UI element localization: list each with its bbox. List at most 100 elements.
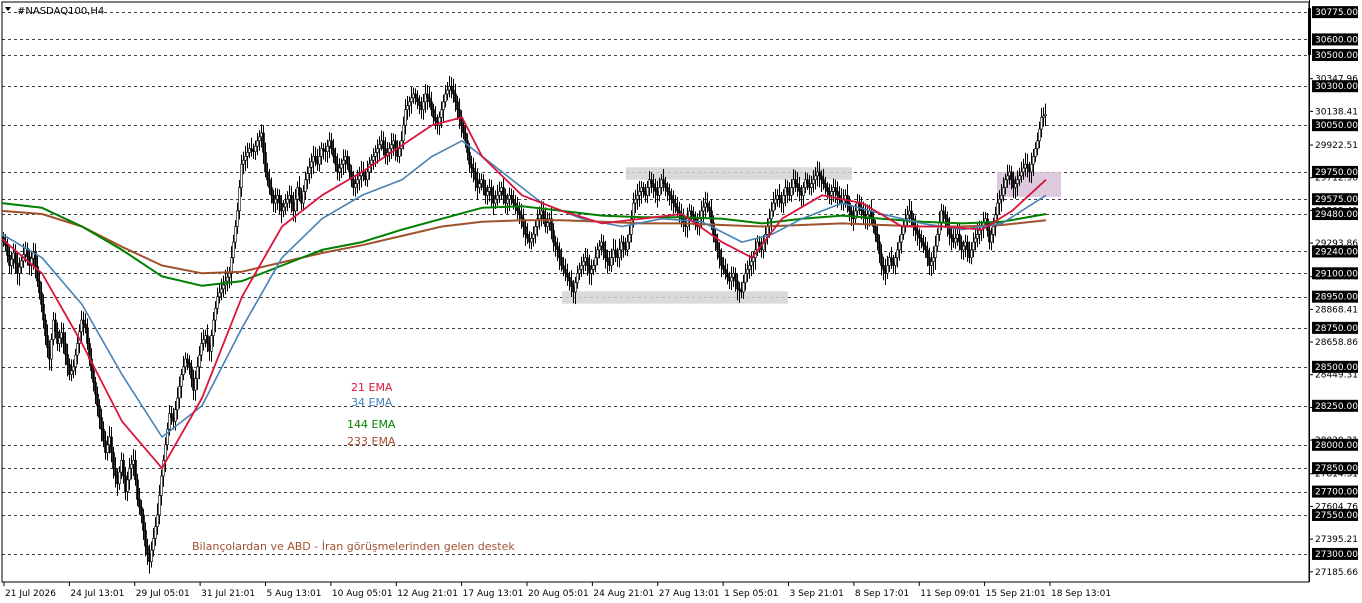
- price-level-label: 29240.00: [1315, 247, 1358, 257]
- candle-body: [68, 364, 71, 375]
- candle-body: [930, 261, 933, 266]
- candle-body: [880, 253, 883, 266]
- candle-body: [924, 245, 927, 251]
- candle-body: [820, 175, 823, 181]
- candle-body: [836, 191, 839, 196]
- candle-body: [876, 234, 879, 243]
- candle-body: [1022, 167, 1025, 173]
- symbol-header[interactable]: #NASDAQ100,H4: [5, 6, 104, 17]
- candle-body: [718, 249, 721, 258]
- candle-body: [962, 245, 965, 251]
- ema-lines: [1, 116, 1047, 470]
- candle-body: [690, 210, 693, 216]
- candle-body: [428, 97, 431, 103]
- candle-body: [456, 101, 459, 110]
- candle-body: [458, 109, 461, 118]
- candle-body: [520, 214, 523, 220]
- candle-body: [430, 101, 433, 110]
- candle-body: [388, 148, 391, 153]
- candle-body: [174, 409, 177, 422]
- candle-body: [252, 149, 255, 152]
- candle-body: [302, 191, 305, 204]
- candle-body: [582, 261, 585, 266]
- candle-body: [110, 436, 113, 453]
- candle-body: [210, 335, 213, 352]
- candle-body: [108, 436, 111, 446]
- candle-body: [340, 163, 343, 169]
- candle-body: [498, 191, 501, 196]
- candle-body: [978, 230, 981, 235]
- candle-body: [44, 319, 47, 336]
- candle-body: [604, 249, 607, 258]
- candle-body: [748, 265, 751, 270]
- candle-body: [736, 280, 739, 290]
- symbol-title: #NASDAQ100,H4: [17, 6, 104, 17]
- candle-body: [100, 417, 103, 430]
- candle-body: [744, 272, 747, 283]
- candle-body: [196, 366, 199, 379]
- candle-body: [580, 265, 583, 270]
- candle-body: [38, 280, 41, 294]
- candle-body: [462, 124, 465, 134]
- candle-body: [1014, 183, 1017, 188]
- candle-body: [118, 471, 121, 485]
- candle-body: [290, 195, 293, 204]
- price-chart[interactable]: 30347.9630138.4129922.5129712.9629503.41…: [0, 0, 1362, 603]
- candle-body: [148, 553, 151, 563]
- price-level-label: 28750.00: [1315, 324, 1358, 334]
- candle-body: [890, 257, 893, 262]
- candle-body: [606, 257, 609, 262]
- candle-body: [250, 148, 253, 151]
- candle-body: [958, 234, 961, 243]
- candle-body: [1038, 128, 1041, 142]
- candle-body: [794, 179, 797, 184]
- candle-body: [244, 156, 247, 161]
- candle-body: [358, 175, 361, 181]
- candle-body: [726, 272, 729, 278]
- price-level-label: 29480.00: [1315, 210, 1358, 220]
- time-tick-label: 15 Sep 21:01: [986, 589, 1046, 599]
- candle-body: [750, 261, 753, 266]
- candle-body: [114, 467, 117, 477]
- candle-body: [1004, 179, 1007, 188]
- candle-body: [486, 191, 489, 196]
- candle-body: [450, 85, 453, 91]
- candle-body: [416, 97, 419, 103]
- candle-body: [530, 237, 533, 243]
- candle-body: [702, 206, 705, 212]
- dropdown-triangle-icon[interactable]: [5, 7, 11, 11]
- time-tick-label: 1 Sep 05:01: [724, 589, 778, 599]
- candle-body: [534, 226, 537, 235]
- candle-body: [568, 276, 571, 282]
- candle-body: [1024, 163, 1027, 169]
- price-scroll-marker[interactable]: [1308, 8, 1311, 56]
- candle-body: [938, 222, 941, 235]
- candle-body: [482, 179, 485, 188]
- time-tick-label: 18 Sep 13:01: [1051, 589, 1111, 599]
- candle-body: [812, 179, 815, 184]
- candle-body: [270, 187, 273, 196]
- candle-body: [752, 257, 755, 262]
- candle-body: [858, 202, 861, 208]
- candle-body: [850, 210, 853, 216]
- price-level-label: 28950.00: [1315, 293, 1358, 303]
- price-level-label: 30050.00: [1315, 121, 1358, 131]
- candle-body: [444, 93, 447, 103]
- candle-body: [742, 282, 745, 293]
- candle-body: [46, 335, 49, 348]
- candle-body: [926, 249, 929, 258]
- price-axis: 30347.9630138.4129922.5129712.9629503.41…: [1308, 0, 1362, 603]
- candle-body: [766, 226, 769, 235]
- price-level-label: 27300.00: [1315, 550, 1358, 560]
- candle-body: [626, 241, 629, 251]
- candle-body: [1034, 148, 1037, 157]
- candle-body: [622, 241, 625, 247]
- candle-body: [378, 144, 381, 149]
- candle-body: [730, 276, 733, 282]
- candle-body: [264, 152, 267, 173]
- candle-body: [664, 183, 667, 188]
- candle-body: [366, 171, 369, 181]
- candle-body: [1040, 117, 1043, 130]
- candle-body: [716, 241, 719, 251]
- candle-body: [404, 109, 407, 126]
